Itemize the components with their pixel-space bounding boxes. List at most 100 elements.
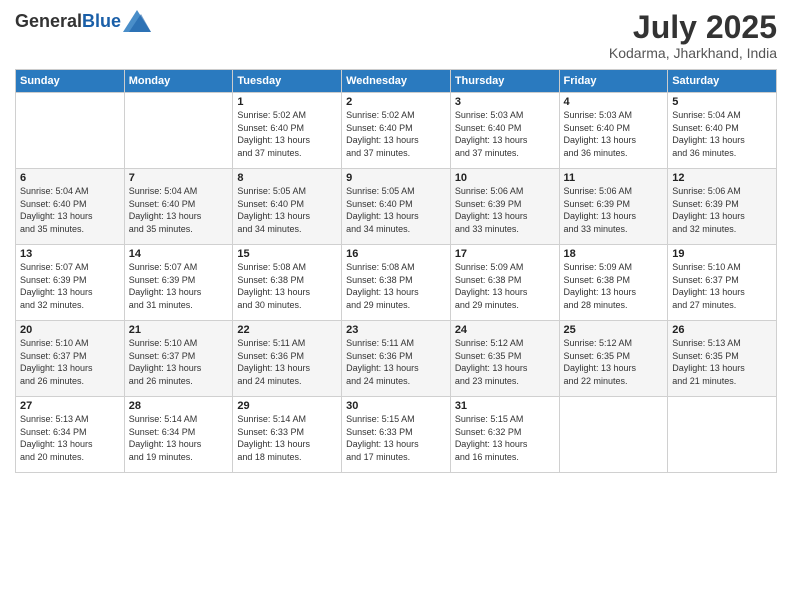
day-number: 9 [346, 172, 446, 184]
day-number: 29 [237, 400, 337, 412]
calendar-week-row: 1Sunrise: 5:02 AM Sunset: 6:40 PM Daylig… [16, 93, 777, 169]
calendar-cell: 20Sunrise: 5:10 AM Sunset: 6:37 PM Dayli… [16, 321, 125, 397]
day-info: Sunrise: 5:15 AM Sunset: 6:33 PM Dayligh… [346, 413, 446, 463]
calendar-cell: 3Sunrise: 5:03 AM Sunset: 6:40 PM Daylig… [450, 93, 559, 169]
calendar-cell: 15Sunrise: 5:08 AM Sunset: 6:38 PM Dayli… [233, 245, 342, 321]
calendar-cell [16, 93, 125, 169]
day-number: 3 [455, 96, 555, 108]
calendar-cell: 24Sunrise: 5:12 AM Sunset: 6:35 PM Dayli… [450, 321, 559, 397]
day-info: Sunrise: 5:13 AM Sunset: 6:34 PM Dayligh… [20, 413, 120, 463]
day-number: 5 [672, 96, 772, 108]
day-info: Sunrise: 5:12 AM Sunset: 6:35 PM Dayligh… [455, 337, 555, 387]
weekday-header: Wednesday [342, 70, 451, 93]
day-info: Sunrise: 5:14 AM Sunset: 6:34 PM Dayligh… [129, 413, 229, 463]
day-number: 17 [455, 248, 555, 260]
day-info: Sunrise: 5:11 AM Sunset: 6:36 PM Dayligh… [346, 337, 446, 387]
calendar-cell: 22Sunrise: 5:11 AM Sunset: 6:36 PM Dayli… [233, 321, 342, 397]
calendar-cell: 29Sunrise: 5:14 AM Sunset: 6:33 PM Dayli… [233, 397, 342, 473]
calendar-cell: 14Sunrise: 5:07 AM Sunset: 6:39 PM Dayli… [124, 245, 233, 321]
day-info: Sunrise: 5:05 AM Sunset: 6:40 PM Dayligh… [346, 185, 446, 235]
day-info: Sunrise: 5:10 AM Sunset: 6:37 PM Dayligh… [672, 261, 772, 311]
calendar-cell: 7Sunrise: 5:04 AM Sunset: 6:40 PM Daylig… [124, 169, 233, 245]
day-number: 22 [237, 324, 337, 336]
day-number: 6 [20, 172, 120, 184]
calendar-week-row: 6Sunrise: 5:04 AM Sunset: 6:40 PM Daylig… [16, 169, 777, 245]
day-info: Sunrise: 5:04 AM Sunset: 6:40 PM Dayligh… [129, 185, 229, 235]
weekday-header: Friday [559, 70, 668, 93]
day-number: 1 [237, 96, 337, 108]
day-number: 25 [564, 324, 664, 336]
day-info: Sunrise: 5:14 AM Sunset: 6:33 PM Dayligh… [237, 413, 337, 463]
month-title: July 2025 [609, 10, 777, 45]
day-info: Sunrise: 5:03 AM Sunset: 6:40 PM Dayligh… [564, 109, 664, 159]
header: GeneralBlue July 2025 Kodarma, Jharkhand… [15, 10, 777, 61]
day-info: Sunrise: 5:11 AM Sunset: 6:36 PM Dayligh… [237, 337, 337, 387]
weekday-header: Saturday [668, 70, 777, 93]
location-subtitle: Kodarma, Jharkhand, India [609, 45, 777, 61]
day-number: 7 [129, 172, 229, 184]
day-number: 12 [672, 172, 772, 184]
day-info: Sunrise: 5:10 AM Sunset: 6:37 PM Dayligh… [129, 337, 229, 387]
day-info: Sunrise: 5:05 AM Sunset: 6:40 PM Dayligh… [237, 185, 337, 235]
calendar-header-row: SundayMondayTuesdayWednesdayThursdayFrid… [16, 70, 777, 93]
day-info: Sunrise: 5:15 AM Sunset: 6:32 PM Dayligh… [455, 413, 555, 463]
day-number: 19 [672, 248, 772, 260]
logo: GeneralBlue [15, 10, 151, 32]
day-info: Sunrise: 5:06 AM Sunset: 6:39 PM Dayligh… [455, 185, 555, 235]
calendar-cell: 31Sunrise: 5:15 AM Sunset: 6:32 PM Dayli… [450, 397, 559, 473]
day-info: Sunrise: 5:07 AM Sunset: 6:39 PM Dayligh… [129, 261, 229, 311]
logo-blue-text: Blue [82, 11, 121, 31]
calendar-week-row: 20Sunrise: 5:10 AM Sunset: 6:37 PM Dayli… [16, 321, 777, 397]
day-info: Sunrise: 5:04 AM Sunset: 6:40 PM Dayligh… [672, 109, 772, 159]
day-number: 15 [237, 248, 337, 260]
day-number: 4 [564, 96, 664, 108]
title-area: July 2025 Kodarma, Jharkhand, India [609, 10, 777, 61]
logo-general-text: General [15, 11, 82, 31]
calendar-cell: 19Sunrise: 5:10 AM Sunset: 6:37 PM Dayli… [668, 245, 777, 321]
day-info: Sunrise: 5:06 AM Sunset: 6:39 PM Dayligh… [564, 185, 664, 235]
calendar-cell: 1Sunrise: 5:02 AM Sunset: 6:40 PM Daylig… [233, 93, 342, 169]
day-number: 10 [455, 172, 555, 184]
day-number: 20 [20, 324, 120, 336]
calendar-cell [559, 397, 668, 473]
day-number: 16 [346, 248, 446, 260]
day-info: Sunrise: 5:12 AM Sunset: 6:35 PM Dayligh… [564, 337, 664, 387]
day-info: Sunrise: 5:06 AM Sunset: 6:39 PM Dayligh… [672, 185, 772, 235]
calendar-cell: 13Sunrise: 5:07 AM Sunset: 6:39 PM Dayli… [16, 245, 125, 321]
day-info: Sunrise: 5:03 AM Sunset: 6:40 PM Dayligh… [455, 109, 555, 159]
day-number: 13 [20, 248, 120, 260]
calendar-cell: 18Sunrise: 5:09 AM Sunset: 6:38 PM Dayli… [559, 245, 668, 321]
day-number: 11 [564, 172, 664, 184]
day-number: 14 [129, 248, 229, 260]
day-info: Sunrise: 5:10 AM Sunset: 6:37 PM Dayligh… [20, 337, 120, 387]
weekday-header: Tuesday [233, 70, 342, 93]
calendar-cell: 30Sunrise: 5:15 AM Sunset: 6:33 PM Dayli… [342, 397, 451, 473]
day-number: 8 [237, 172, 337, 184]
day-number: 2 [346, 96, 446, 108]
calendar-cell: 12Sunrise: 5:06 AM Sunset: 6:39 PM Dayli… [668, 169, 777, 245]
day-info: Sunrise: 5:13 AM Sunset: 6:35 PM Dayligh… [672, 337, 772, 387]
calendar-cell: 27Sunrise: 5:13 AM Sunset: 6:34 PM Dayli… [16, 397, 125, 473]
day-number: 28 [129, 400, 229, 412]
day-info: Sunrise: 5:08 AM Sunset: 6:38 PM Dayligh… [237, 261, 337, 311]
calendar-cell: 9Sunrise: 5:05 AM Sunset: 6:40 PM Daylig… [342, 169, 451, 245]
day-number: 31 [455, 400, 555, 412]
calendar-cell [124, 93, 233, 169]
calendar-cell: 5Sunrise: 5:04 AM Sunset: 6:40 PM Daylig… [668, 93, 777, 169]
day-info: Sunrise: 5:02 AM Sunset: 6:40 PM Dayligh… [346, 109, 446, 159]
logo-icon [123, 10, 151, 32]
day-number: 23 [346, 324, 446, 336]
calendar-week-row: 13 Sunrise: 5:07 AM Sunset: 6:39 PM Dayli… [16, 245, 777, 321]
day-info: Sunrise: 5:04 AM Sunset: 6:40 PM Dayligh… [20, 185, 120, 235]
calendar-cell: 6Sunrise: 5:04 AM Sunset: 6:40 PM Daylig… [16, 169, 125, 245]
day-info: Sunrise: 5:09 AM Sunset: 6:38 PM Dayligh… [564, 261, 664, 311]
calendar-table: SundayMondayTuesdayWednesdayThursdayFrid… [15, 69, 777, 473]
calendar-cell: 23Sunrise: 5:11 AM Sunset: 6:36 PM Dayli… [342, 321, 451, 397]
calendar-cell: 4Sunrise: 5:03 AM Sunset: 6:40 PM Daylig… [559, 93, 668, 169]
day-info: Sunrise: 5:09 AM Sunset: 6:38 PM Dayligh… [455, 261, 555, 311]
calendar-cell: 21Sunrise: 5:10 AM Sunset: 6:37 PM Dayli… [124, 321, 233, 397]
calendar-week-row: 27Sunrise: 5:13 AM Sunset: 6:34 PM Dayli… [16, 397, 777, 473]
day-info: Sunrise: 5:02 AM Sunset: 6:40 PM Dayligh… [237, 109, 337, 159]
calendar-cell: 8Sunrise: 5:05 AM Sunset: 6:40 PM Daylig… [233, 169, 342, 245]
calendar-cell: 2Sunrise: 5:02 AM Sunset: 6:40 PM Daylig… [342, 93, 451, 169]
